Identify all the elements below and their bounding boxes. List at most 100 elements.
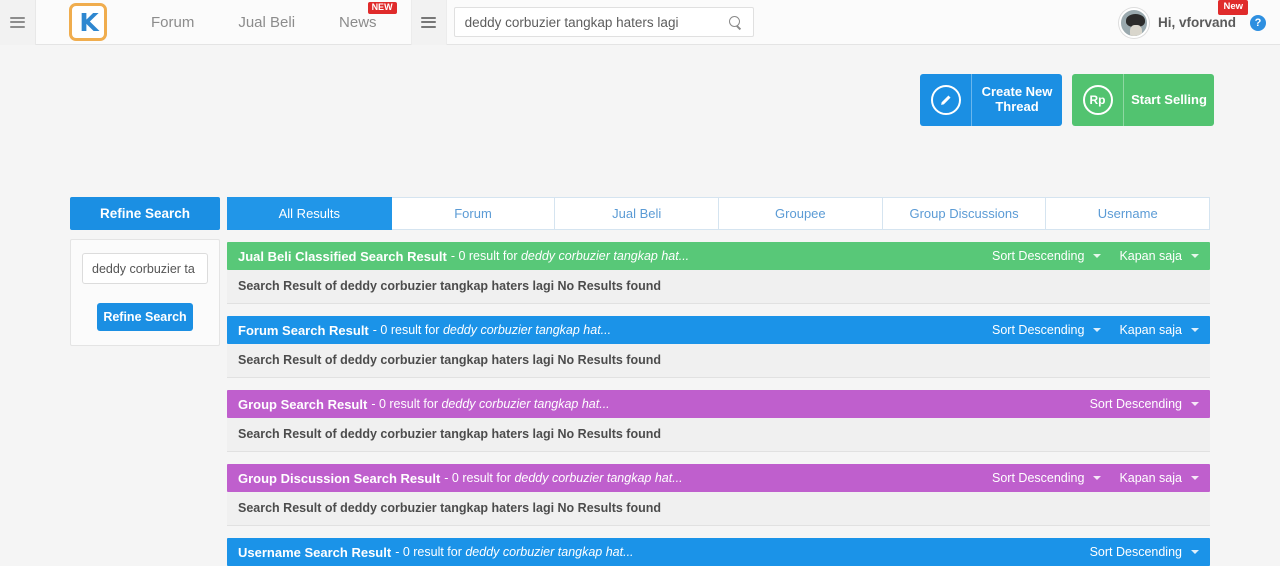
result-body: Search Result of deddy corbuzier tangkap… <box>227 270 1210 304</box>
tab-label: Jual Beli <box>612 206 662 221</box>
search-icon <box>729 15 742 29</box>
menu-toggle-button[interactable] <box>0 0 36 45</box>
refine-search-button[interactable]: Refine Search <box>97 303 193 331</box>
category-panel-button[interactable] <box>410 0 447 45</box>
result-query-excerpt: deddy corbuzier tangkap hat... <box>465 545 634 559</box>
search-input[interactable] <box>454 14 719 30</box>
sort-dropdown[interactable]: Sort Descending <box>1090 545 1199 559</box>
time-filter-label: Kapan saja <box>1119 323 1182 337</box>
tab-label: Forum <box>454 206 492 221</box>
refine-search-input[interactable] <box>82 253 208 284</box>
tab-label: All Results <box>278 206 341 221</box>
result-block-forum: Forum Search Result - 0 result for deddy… <box>227 316 1210 378</box>
sort-label: Sort Descending <box>1089 545 1182 559</box>
chevron-down-icon <box>1191 476 1199 480</box>
result-body: Search Result of deddy corbuzier tangkap… <box>227 418 1210 452</box>
nav-label: Jual Beli <box>238 13 296 31</box>
result-count: - 0 result for deddy corbuzier tangkap h… <box>395 545 633 559</box>
nav-item-forum[interactable]: Forum <box>129 0 216 45</box>
result-count-text: - 0 result for <box>444 471 511 485</box>
kaskus-logo[interactable]: K <box>69 3 107 41</box>
tab-groupee[interactable]: Groupee <box>719 197 883 230</box>
sort-dropdown[interactable]: Sort Descending <box>992 249 1102 263</box>
search-submit-button[interactable] <box>719 8 753 36</box>
create-new-thread-label: Create New Thread <box>981 84 1053 114</box>
tab-label: Groupee <box>775 206 826 221</box>
main-columns: Refine Search Refine Search All Results … <box>70 197 1211 566</box>
chevron-down-icon <box>1093 254 1102 258</box>
time-filter-label: Kapan saja <box>1119 249 1182 263</box>
chevron-down-icon <box>1093 476 1102 480</box>
avatar[interactable] <box>1118 7 1149 38</box>
result-query-excerpt: deddy corbuzier tangkap hat... <box>442 323 612 337</box>
chevron-down-icon <box>1191 254 1199 258</box>
new-badge: NEW <box>367 1 397 14</box>
result-block-username: Username Search Result - 0 result for de… <box>227 538 1210 566</box>
time-filter-dropdown[interactable]: Kapan saja <box>1119 323 1199 337</box>
nav-label: Forum <box>151 13 195 31</box>
sort-label: Sort Descending <box>992 471 1085 485</box>
result-count-text: - 0 result for <box>450 249 518 263</box>
chevron-down-icon <box>1093 328 1102 332</box>
chevron-down-icon <box>1191 328 1199 332</box>
result-title: Jual Beli Classified Search Result <box>238 248 447 264</box>
pencil-circle-icon <box>920 74 972 126</box>
sort-dropdown[interactable]: Sort Descending <box>992 323 1102 337</box>
chevron-down-icon <box>1191 550 1199 554</box>
help-icon[interactable]: ? <box>1250 14 1266 31</box>
result-header: Forum Search Result - 0 result for deddy… <box>227 316 1210 344</box>
hamburger-icon <box>421 14 437 30</box>
tab-all-results[interactable]: All Results <box>227 197 392 230</box>
result-query-excerpt: deddy corbuzier tangkap hat... <box>520 249 690 263</box>
result-body: Search Result of deddy corbuzier tangkap… <box>227 344 1210 378</box>
time-filter-label: Kapan saja <box>1119 471 1182 485</box>
main-nav: Forum Jual Beli News NEW <box>129 0 399 45</box>
tab-username[interactable]: Username <box>1046 197 1211 230</box>
nav-label: News <box>339 13 377 31</box>
result-title: Forum Search Result <box>238 322 369 338</box>
result-count: - 0 result for deddy corbuzier tangkap h… <box>451 249 689 263</box>
logo-text: K <box>79 7 98 37</box>
tab-label: Group Discussions <box>909 206 1019 221</box>
result-header: Group Discussion Search Result - 0 resul… <box>227 464 1210 492</box>
result-title: Group Discussion Search Result <box>238 470 441 486</box>
user-greeting[interactable]: Hi, vforvand New <box>1157 0 1248 30</box>
tab-group-discussions[interactable]: Group Discussions <box>882 197 1047 230</box>
tab-jual-beli[interactable]: Jual Beli <box>555 197 720 230</box>
nav-item-news[interactable]: News NEW <box>317 0 399 45</box>
user-new-badge: New <box>1218 0 1248 15</box>
result-header: Jual Beli Classified Search Result - 0 r… <box>227 242 1210 270</box>
result-count: - 0 result for deddy corbuzier tangkap h… <box>373 323 611 337</box>
result-count-text: - 0 result for <box>372 323 440 337</box>
sidebar: Refine Search Refine Search <box>70 197 220 566</box>
result-block-jual-beli: Jual Beli Classified Search Result - 0 r… <box>227 242 1210 304</box>
rupiah-circle-icon: Rp <box>1072 74 1124 126</box>
refine-search-panel: Refine Search <box>70 239 220 346</box>
sort-dropdown[interactable]: Sort Descending <box>992 471 1102 485</box>
action-buttons: Create New Thread Rp Start Selling <box>920 74 1214 126</box>
time-filter-dropdown[interactable]: Kapan saja <box>1119 471 1199 485</box>
result-count-text: - 0 result for <box>395 545 462 559</box>
tab-forum[interactable]: Forum <box>391 197 556 230</box>
result-block-group-discussion: Group Discussion Search Result - 0 resul… <box>227 464 1210 526</box>
refine-search-header[interactable]: Refine Search <box>70 197 220 230</box>
create-new-thread-button[interactable]: Create New Thread <box>920 74 1062 126</box>
result-query-excerpt: deddy corbuzier tangkap hat... <box>441 397 610 411</box>
time-filter-dropdown[interactable]: Kapan saja <box>1119 249 1199 263</box>
user-greeting-label: Hi, vforvand <box>1157 15 1236 30</box>
sort-dropdown[interactable]: Sort Descending <box>1090 397 1199 411</box>
tab-label: Username <box>1097 206 1158 221</box>
result-count: - 0 result for deddy corbuzier tangkap h… <box>444 471 682 485</box>
sort-label: Sort Descending <box>1089 397 1182 411</box>
start-selling-label: Start Selling <box>1131 91 1207 107</box>
result-count-text: - 0 result for <box>371 397 438 411</box>
search-bar <box>453 7 754 37</box>
header-user-area: Hi, vforvand New ? <box>1118 0 1266 45</box>
nav-item-jual-beli[interactable]: Jual Beli <box>216 0 317 45</box>
start-selling-button[interactable]: Rp Start Selling <box>1072 74 1214 126</box>
result-count: - 0 result for deddy corbuzier tangkap h… <box>371 397 609 411</box>
search-results-content: All Results Forum Jual Beli Groupee Grou… <box>227 197 1211 566</box>
page-wrapper: Refine Search Refine Search All Results … <box>0 197 1280 566</box>
site-header: K Forum Jual Beli News NEW Hi, vforvand … <box>0 0 1280 45</box>
chevron-down-icon <box>1191 402 1199 406</box>
